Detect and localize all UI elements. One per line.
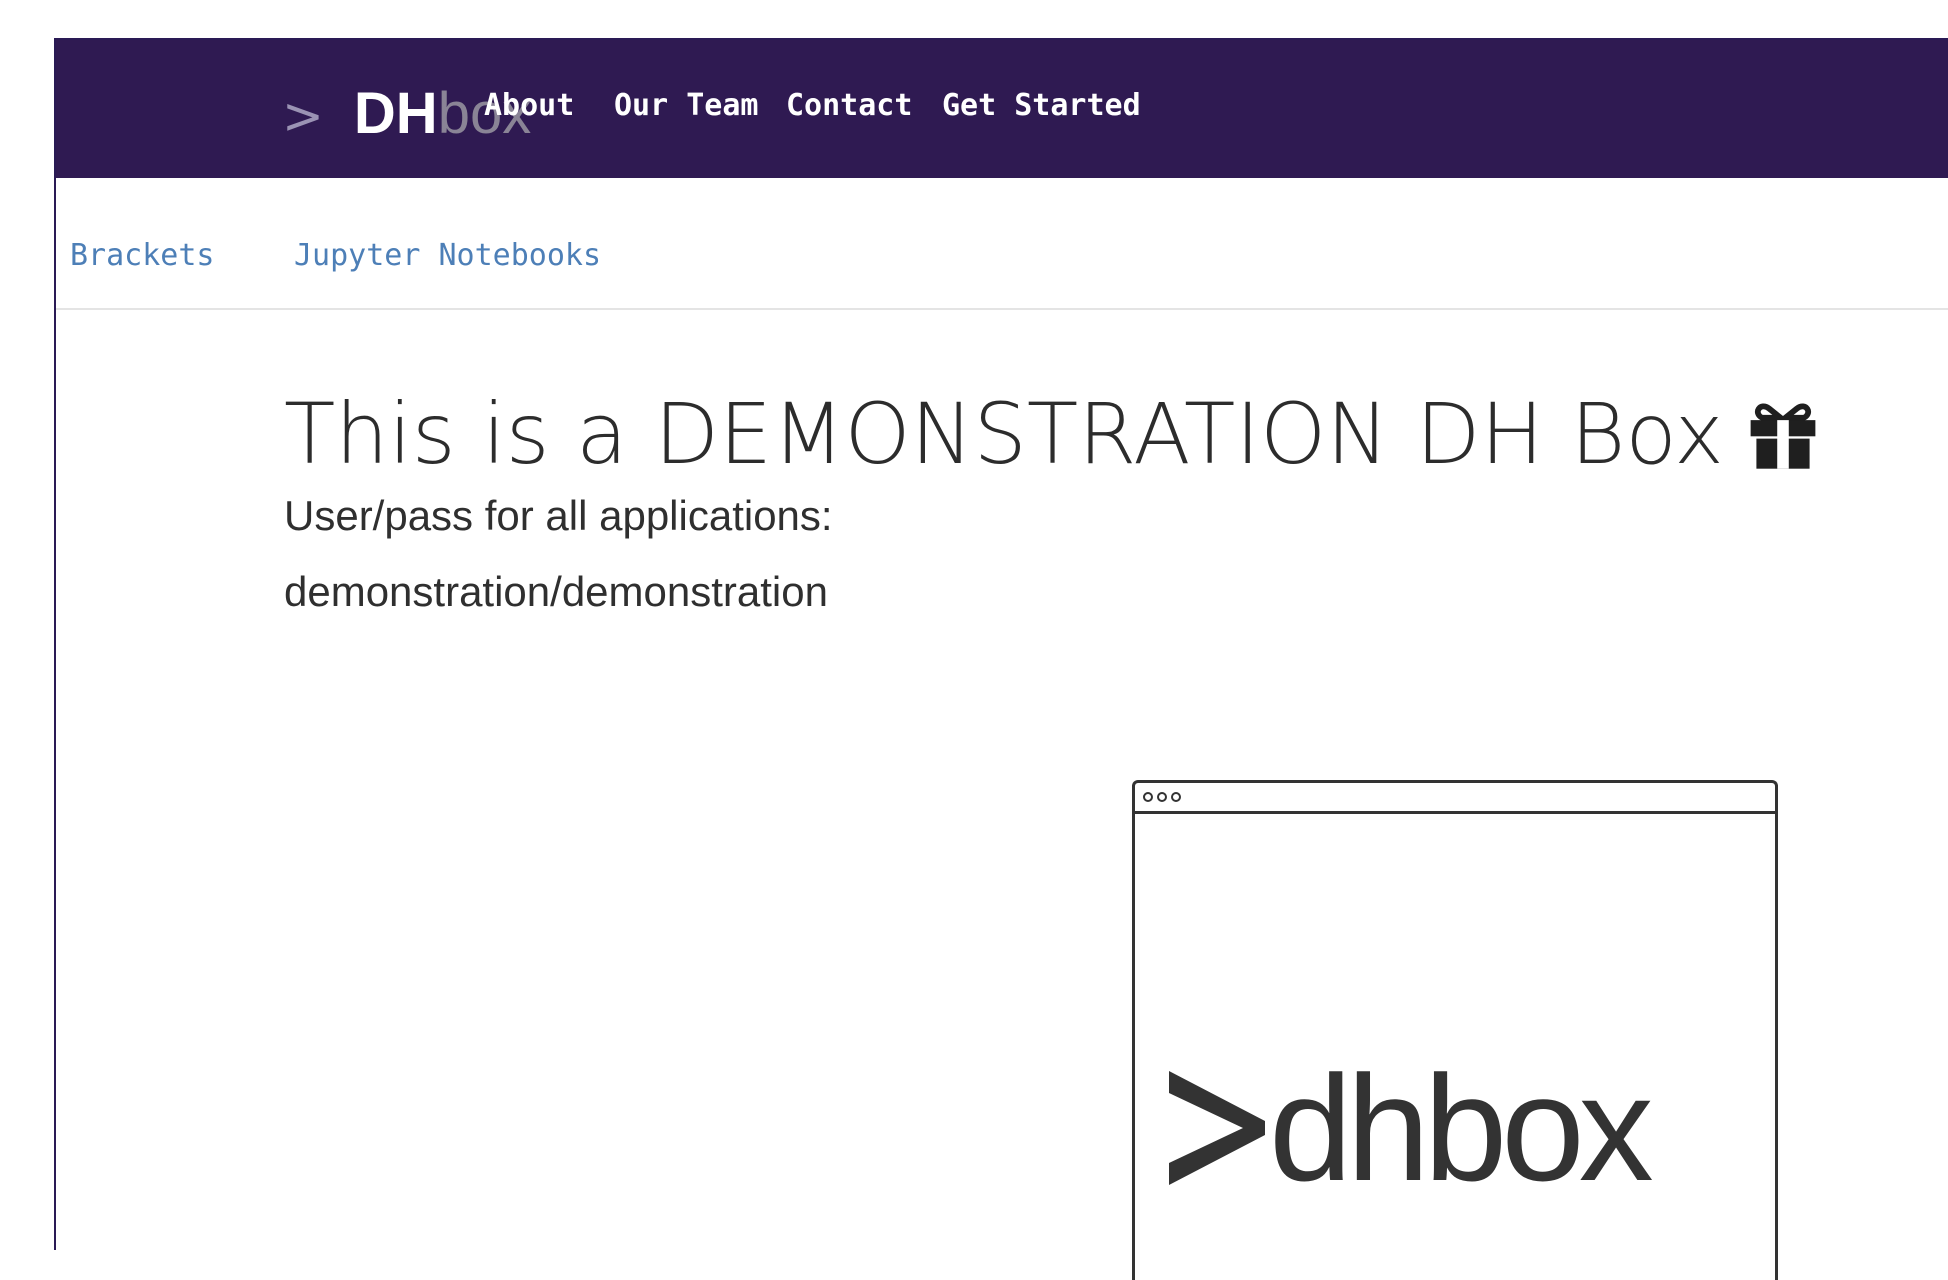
credentials-value: demonstration/demonstration: [284, 568, 828, 615]
page-frame: > DH box About Our Team Contact Get Star…: [54, 38, 1948, 1280]
gift-icon: [1750, 403, 1816, 469]
subnav-brackets[interactable]: Brackets: [70, 238, 215, 273]
dhbox-logo-text: dhbox: [1269, 1044, 1654, 1212]
app-subnav: Brackets Jupyter Notebooks: [56, 178, 1948, 310]
window-dot-icon: [1157, 792, 1167, 802]
window-dot-icon: [1143, 792, 1153, 802]
credentials-label: User/pass for all applications:: [284, 492, 833, 539]
dhbox-logo: dhbox: [1165, 1044, 1654, 1212]
browser-illustration: dhbox: [1132, 780, 1778, 1280]
brand-caret: >: [282, 87, 324, 145]
top-navbar: > DH box About Our Team Contact Get Star…: [56, 40, 1948, 178]
page-title-text: This is a DEMONSTRATION DH Box: [284, 385, 1724, 483]
nav-our-team[interactable]: Our Team: [614, 88, 759, 123]
brand-dh: DH: [353, 81, 438, 146]
nav-contact[interactable]: Contact: [786, 88, 912, 123]
page-title: This is a DEMONSTRATION DH Box: [284, 385, 1820, 483]
nav-get-started[interactable]: Get Started: [942, 88, 1141, 123]
prompt-chevron-icon: [1169, 1071, 1265, 1185]
subnav-jupyter-notebooks[interactable]: Jupyter Notebooks: [294, 238, 601, 273]
browser-titlebar: [1135, 783, 1775, 814]
nav-about[interactable]: About: [484, 88, 574, 123]
window-dot-icon: [1171, 792, 1181, 802]
